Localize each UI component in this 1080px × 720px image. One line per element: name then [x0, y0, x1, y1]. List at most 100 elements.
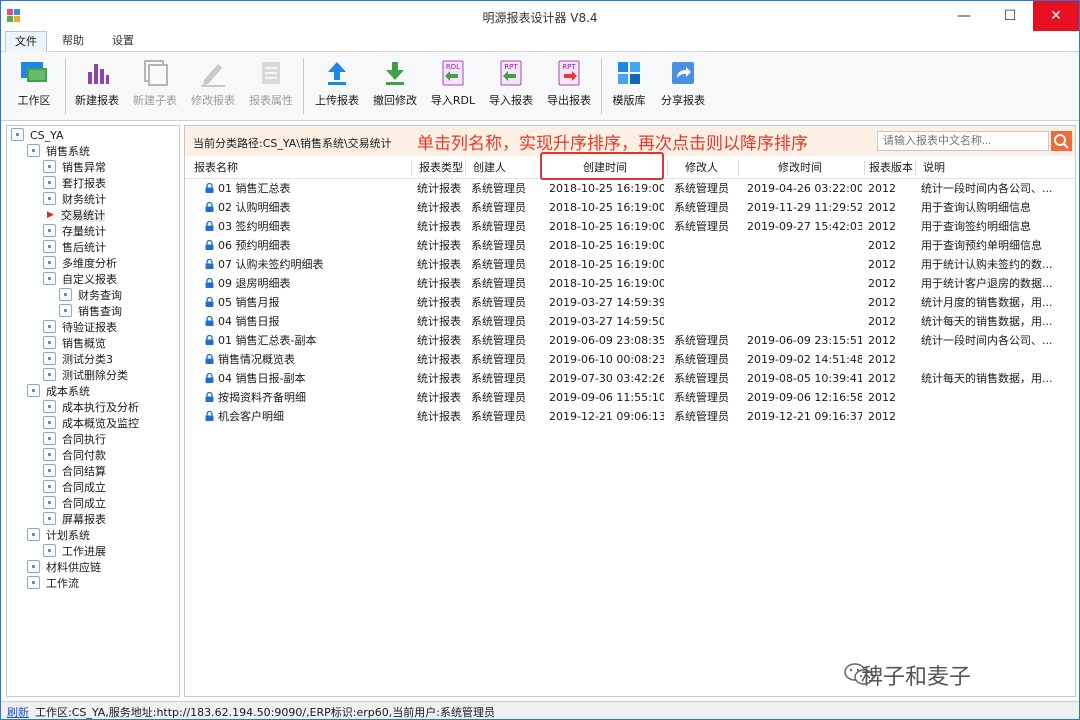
tree-item-selected[interactable]: 交易统计: [61, 208, 105, 224]
table-row[interactable]: 03 签约明细表 统计报表 系统管理员 2018-10-25 16:19:00 系统管理…: [185, 217, 1075, 236]
table-row[interactable]: 01 销售汇总表-副本 统计报表 系统管理员 2019-06-09 23:08:35 系…: [185, 331, 1075, 350]
template-library-button[interactable]: 模版库: [603, 56, 655, 116]
node-icon: [43, 416, 56, 429]
search-button[interactable]: [1051, 131, 1072, 151]
workspace-button[interactable]: 工作区: [7, 56, 61, 116]
report-type-cell: 统计报表: [417, 258, 461, 271]
maximize-button[interactable]: ☐: [987, 1, 1033, 31]
column-header-modified-time[interactable]: 修改时间: [778, 158, 822, 178]
report-search-input[interactable]: [877, 131, 1049, 151]
import-rdl-button[interactable]: RDL 导入RDL: [425, 56, 481, 116]
close-button[interactable]: ✕: [1033, 1, 1079, 31]
table-row[interactable]: 06 预约明细表 统计报表 系统管理员 2018-10-25 16:19:00 2012…: [185, 236, 1075, 255]
modified-time-cell: 2019-09-27 15:42:03: [747, 220, 862, 233]
tree-item[interactable]: 工作进展: [43, 544, 106, 560]
description-cell: 统计一段时间内各公司、...: [921, 334, 1053, 347]
tree-root[interactable]: CS_YA: [11, 128, 64, 144]
table-row[interactable]: 07 认购未签约明细表 统计报表 系统管理员 2018-10-25 16:19:00 2…: [185, 255, 1075, 274]
tree-item[interactable]: 销售概览: [43, 336, 106, 352]
version-cell: 2012: [868, 372, 896, 385]
new-report-button[interactable]: 新建报表: [69, 56, 125, 116]
tree-item[interactable]: 合同成立: [43, 480, 106, 496]
tab-file[interactable]: 文件: [5, 31, 47, 52]
lock-icon: [205, 335, 214, 345]
tree-item[interactable]: 材料供应链: [27, 560, 101, 576]
tree-item[interactable]: 工作流: [27, 576, 79, 592]
table-row[interactable]: 01 销售汇总表 统计报表 系统管理员 2018-10-25 16:19:00 系统管理…: [185, 179, 1075, 198]
tree-item[interactable]: 销售查询: [59, 304, 122, 320]
undo-edit-button[interactable]: 撤回修改: [367, 56, 423, 116]
tree-item[interactable]: 合同执行: [43, 432, 106, 448]
node-icon: [43, 544, 56, 557]
modifier-cell: [674, 257, 736, 272]
column-header-description[interactable]: 说明: [923, 158, 945, 178]
report-name-cell: 01 销售汇总表-副本: [205, 333, 405, 348]
table-row[interactable]: 04 销售日报-副本 统计报表 系统管理员 2019-07-30 03:42:26 系统…: [185, 369, 1075, 388]
creator-cell: 系统管理员: [471, 391, 526, 404]
new-subreport-button[interactable]: 新建子表: [127, 56, 183, 116]
table-row[interactable]: 09 退房明细表 统计报表 系统管理员 2018-10-25 16:19:00 2012…: [185, 274, 1075, 293]
rpt-tag-text: RPT: [504, 63, 518, 71]
tree-item[interactable]: 财务查询: [59, 288, 122, 304]
modified-time-cell: 2019-09-06 12:16:58: [747, 391, 862, 404]
tree-item[interactable]: 合同付款: [43, 448, 106, 464]
node-icon: [43, 160, 56, 173]
share-report-button[interactable]: 分享报表: [655, 56, 711, 116]
column-header-modifier[interactable]: 修改人: [685, 158, 718, 178]
import-rdl-label: 导入RDL: [430, 94, 476, 107]
export-report-button[interactable]: RPT 导出报表: [541, 56, 597, 116]
tree-item[interactable]: 存量统计: [43, 224, 106, 240]
tree-item[interactable]: 售后统计: [43, 240, 106, 256]
column-header-version[interactable]: 报表版本: [869, 158, 913, 178]
tree-item[interactable]: 测试分类3: [43, 352, 113, 368]
report-properties-button[interactable]: 报表属性: [243, 56, 299, 116]
created-time-cell: 2019-12-21 09:06:13: [549, 410, 664, 423]
tree-item[interactable]: 测试删除分类: [43, 368, 128, 384]
tree-item[interactable]: 财务统计: [43, 192, 106, 208]
selected-arrow-icon: ▶: [47, 210, 54, 220]
tree-item[interactable]: 自定义报表: [43, 272, 117, 288]
column-header-type[interactable]: 报表类型: [419, 158, 463, 178]
tree-item[interactable]: 计划系统: [27, 528, 90, 544]
node-icon: [43, 240, 56, 253]
table-row[interactable]: 04 销售日报 统计报表 系统管理员 2019-03-27 14:59:50 2012 统…: [185, 312, 1075, 331]
version-cell: 2012: [868, 201, 896, 214]
tab-settings[interactable]: 设置: [101, 31, 145, 51]
tree-item[interactable]: 合同结算: [43, 464, 106, 480]
lock-icon: [205, 183, 214, 193]
tree-item[interactable]: 成本系统: [27, 384, 90, 400]
refresh-link[interactable]: 刷新: [7, 704, 29, 719]
upload-report-button[interactable]: 上传报表: [309, 56, 365, 116]
tree-item[interactable]: 成本执行及分析: [43, 400, 139, 416]
column-header-creator[interactable]: 创建人: [473, 158, 506, 178]
edit-report-button[interactable]: 修改报表: [185, 56, 241, 116]
import-report-button[interactable]: RPT 导入报表: [483, 56, 539, 116]
highlight-annotation-box: [540, 152, 664, 180]
description-cell: 用于查询预约单明细信息: [921, 239, 1042, 252]
tree-item[interactable]: 销售系统: [27, 144, 90, 160]
table-row[interactable]: 机会客户明细 统计报表 系统管理员 2019-12-21 09:06:13 系统管理员 2…: [185, 407, 1075, 426]
column-header-name[interactable]: 报表名称: [194, 158, 238, 178]
import-report-label: 导入报表: [489, 94, 533, 107]
node-icon: [43, 496, 56, 509]
tree-item[interactable]: 合同成立: [43, 496, 106, 512]
report-type-cell: 统计报表: [417, 315, 461, 328]
tree-item[interactable]: 屏幕报表: [43, 512, 106, 528]
tab-help[interactable]: 帮助: [53, 31, 93, 51]
tree-item[interactable]: 套打报表: [43, 176, 106, 192]
report-type-cell: 统计报表: [417, 182, 461, 195]
report-name-cell: 按揭资料齐备明细: [205, 390, 405, 405]
tree-item[interactable]: 多维度分析: [43, 256, 117, 272]
node-icon: [27, 576, 40, 589]
table-row[interactable]: 销售情况概览表 统计报表 系统管理员 2019-06-10 00:08:23 系统管理员…: [185, 350, 1075, 369]
tree-item[interactable]: 成本概览及监控: [43, 416, 139, 432]
table-row[interactable]: 按揭资料齐备明细 统计报表 系统管理员 2019-09-06 11:55:10 系统管理…: [185, 388, 1075, 407]
tree-item[interactable]: 销售异常: [43, 160, 106, 176]
table-row[interactable]: 02 认购明细表 统计报表 系统管理员 2018-10-25 16:19:00 系统管理…: [185, 198, 1075, 217]
report-type-cell: 统计报表: [417, 296, 461, 309]
creator-cell: 系统管理员: [471, 201, 526, 214]
table-row[interactable]: 05 销售月报 统计报表 系统管理员 2019-03-27 14:59:39 2012 统…: [185, 293, 1075, 312]
report-type-cell: 统计报表: [417, 391, 461, 404]
minimize-button[interactable]: —: [941, 1, 987, 31]
tree-item[interactable]: 待验证报表: [43, 320, 117, 336]
